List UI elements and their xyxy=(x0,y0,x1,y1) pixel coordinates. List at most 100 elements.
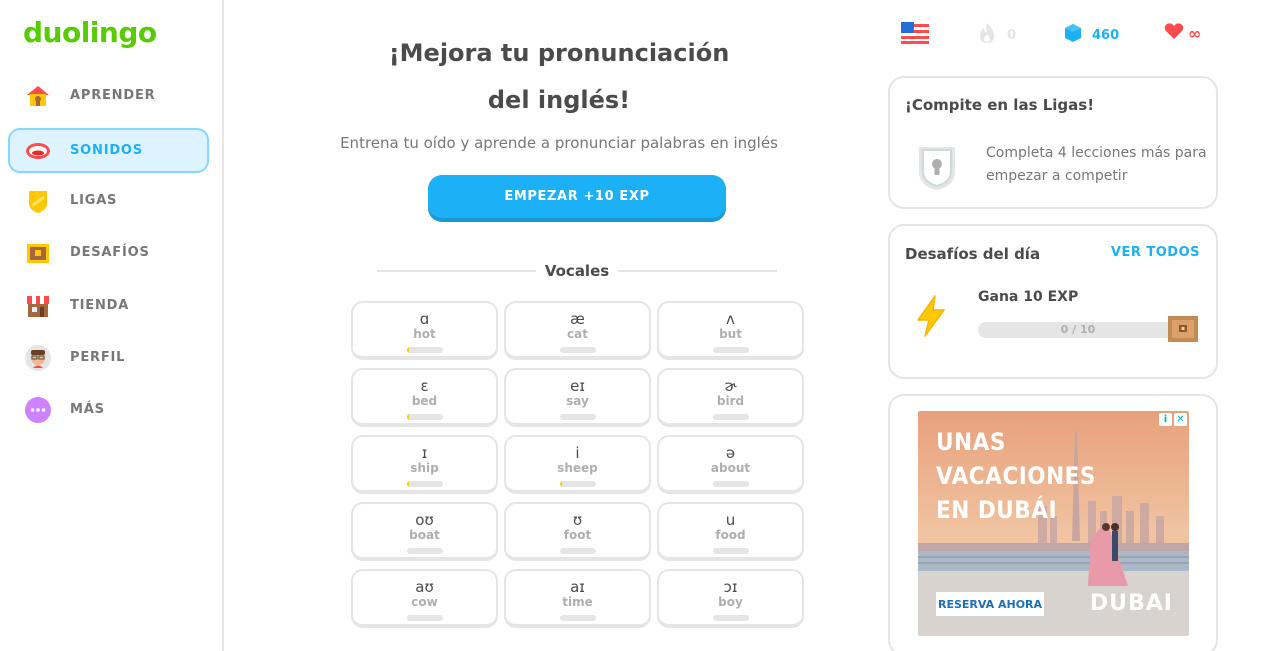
sound-card[interactable]: ɚ bird xyxy=(657,368,804,427)
sound-symbol: ɪ xyxy=(421,444,428,462)
quests-title: Desafíos del día xyxy=(905,245,1041,263)
sound-symbol: oʊ xyxy=(415,511,434,529)
leagues-title: ¡Compite en las Ligas! xyxy=(905,96,1095,114)
locked-league-icon xyxy=(916,144,958,196)
sidebar-item-label: DESAFÍOS xyxy=(70,245,150,260)
sound-example-word: food xyxy=(715,528,746,542)
sidebar-item-desafios[interactable]: DESAFÍOS xyxy=(8,230,209,275)
sound-symbol: i xyxy=(575,444,580,462)
sound-example-word: hot xyxy=(413,327,436,341)
sidebar-item-mas[interactable]: MÁS xyxy=(8,387,209,432)
sound-card[interactable]: ʌ but xyxy=(657,301,804,360)
sidebar-item-label: TIENDA xyxy=(70,298,130,313)
view-all-link[interactable]: VER TODOS xyxy=(1111,245,1200,260)
sound-card[interactable]: i sheep xyxy=(504,435,651,494)
sound-symbol: ɛ xyxy=(420,377,429,395)
sound-progress-bar xyxy=(713,615,749,621)
sound-progress-bar xyxy=(407,548,443,554)
leagues-panel: ¡Compite en las Ligas! Completa 4 leccio… xyxy=(888,76,1218,209)
sound-example-word: cow xyxy=(411,595,438,609)
quest-title: Gana 10 EXP xyxy=(978,289,1079,305)
sound-example-word: but xyxy=(719,327,742,341)
language-selector[interactable] xyxy=(901,22,929,48)
sound-symbol: ɚ xyxy=(724,377,737,395)
sound-symbol: ʌ xyxy=(726,310,735,328)
sound-example-word: bird xyxy=(716,394,745,408)
sound-card[interactable]: ʊ foot xyxy=(504,502,651,561)
sound-example-word: boat xyxy=(409,528,440,542)
sound-card[interactable]: ə about xyxy=(657,435,804,494)
sound-progress-fill xyxy=(407,481,409,487)
sound-progress-bar xyxy=(560,414,596,420)
sound-card[interactable]: ɪ ship xyxy=(351,435,498,494)
sound-card[interactable]: u food xyxy=(657,502,804,561)
sound-example-word: foot xyxy=(563,528,592,542)
lightning-icon xyxy=(914,294,948,342)
ad-info-icon[interactable]: i xyxy=(1159,413,1172,426)
streak-count: 0 xyxy=(1007,27,1017,43)
sound-card[interactable]: ɑ hot xyxy=(351,301,498,360)
sound-example-word: say xyxy=(566,394,589,408)
treasure-chest-icon xyxy=(24,239,52,267)
mouth-icon xyxy=(24,137,52,165)
sidebar-item-label: LIGAS xyxy=(70,193,118,208)
ad-panel: UNAS VACACIONES EN DUBÁI RESERVA AHORA D… xyxy=(888,394,1218,651)
us-flag-icon xyxy=(901,22,929,48)
ad-logo: DUBAI xyxy=(1089,591,1173,616)
sidebar-item-aprender[interactable]: APRENDER xyxy=(8,73,209,118)
sound-symbol: u xyxy=(725,511,736,529)
sound-grid: ɑ hot æ cat ʌ but ɛ bed eɪ say ɚ bird ɪ ship i sheep ə ab… xyxy=(351,301,804,628)
sound-example-word: bed xyxy=(411,394,438,408)
gems-counter[interactable]: 460 xyxy=(1063,22,1119,48)
main-content: ¡Mejora tu pronunciación del inglés! Ent… xyxy=(226,0,931,651)
sound-example-word: ship xyxy=(410,461,439,475)
hearts-count: ∞ xyxy=(1188,23,1202,43)
shop-icon xyxy=(24,292,52,320)
sound-card[interactable]: eɪ say xyxy=(504,368,651,427)
section-header-vocales: Vocales xyxy=(377,262,778,280)
sound-example-word: about xyxy=(710,461,751,475)
sound-card[interactable]: aɪ time xyxy=(504,569,651,628)
sidebar-item-tienda[interactable]: TIENDA xyxy=(8,283,209,328)
sidebar-item-perfil[interactable]: PERFIL xyxy=(8,335,209,380)
sound-card[interactable]: ɛ bed xyxy=(351,368,498,427)
sound-example-word: time xyxy=(562,595,593,609)
gems-count: 460 xyxy=(1092,27,1120,43)
quest-progress-bar: 0 / 10 xyxy=(978,322,1178,338)
daily-quests-panel: Desafíos del día VER TODOS Gana 10 EXP 0… xyxy=(888,224,1218,379)
sound-card[interactable]: oʊ boat xyxy=(351,502,498,561)
sound-progress-bar xyxy=(560,347,596,353)
streak-counter[interactable]: 0 xyxy=(977,22,1016,48)
heart-icon xyxy=(1164,22,1184,44)
sound-progress-bar xyxy=(713,347,749,353)
sound-card[interactable]: æ cat xyxy=(504,301,651,360)
flame-icon xyxy=(977,22,997,48)
sound-progress-bar xyxy=(407,615,443,621)
ad-banner[interactable]: UNAS VACACIONES EN DUBÁI RESERVA AHORA D… xyxy=(918,411,1189,636)
sound-progress-bar xyxy=(713,414,749,420)
ad-headline: UNAS VACACIONES EN DUBÁI xyxy=(936,428,1096,524)
ad-cta-button[interactable]: RESERVA AHORA xyxy=(936,592,1044,616)
sound-progress-bar xyxy=(713,548,749,554)
ad-choices[interactable]: i ✕ xyxy=(1159,413,1187,426)
right-column: 0 460 ∞ ¡Compite en las Ligas! Completa … xyxy=(888,0,1218,651)
sidebar-item-ligas[interactable]: LIGAS xyxy=(8,178,209,223)
hearts-counter[interactable]: ∞ xyxy=(1164,22,1201,44)
sidebar-item-sonidos[interactable]: SONIDOS xyxy=(8,128,209,173)
sound-card[interactable]: aʊ cow xyxy=(351,569,498,628)
ad-close-icon[interactable]: ✕ xyxy=(1174,413,1187,426)
leagues-text: Completa 4 lecciones más para empezar a … xyxy=(986,145,1207,184)
divider xyxy=(618,270,778,272)
sidebar-item-label: APRENDER xyxy=(70,88,156,103)
sound-symbol: ʊ xyxy=(572,511,583,529)
sound-symbol: ə xyxy=(725,444,736,462)
divider xyxy=(377,270,536,272)
sound-symbol: eɪ xyxy=(570,377,585,395)
sidebar-item-label: PERFIL xyxy=(70,350,126,365)
start-button[interactable]: EMPEZAR +10 EXP xyxy=(428,175,726,218)
avatar-icon xyxy=(24,344,52,372)
more-icon xyxy=(24,396,52,424)
sound-card[interactable]: ɔɪ boy xyxy=(657,569,804,628)
duolingo-logo[interactable]: duolingo xyxy=(23,16,157,49)
sidebar-item-label: MÁS xyxy=(70,402,105,417)
